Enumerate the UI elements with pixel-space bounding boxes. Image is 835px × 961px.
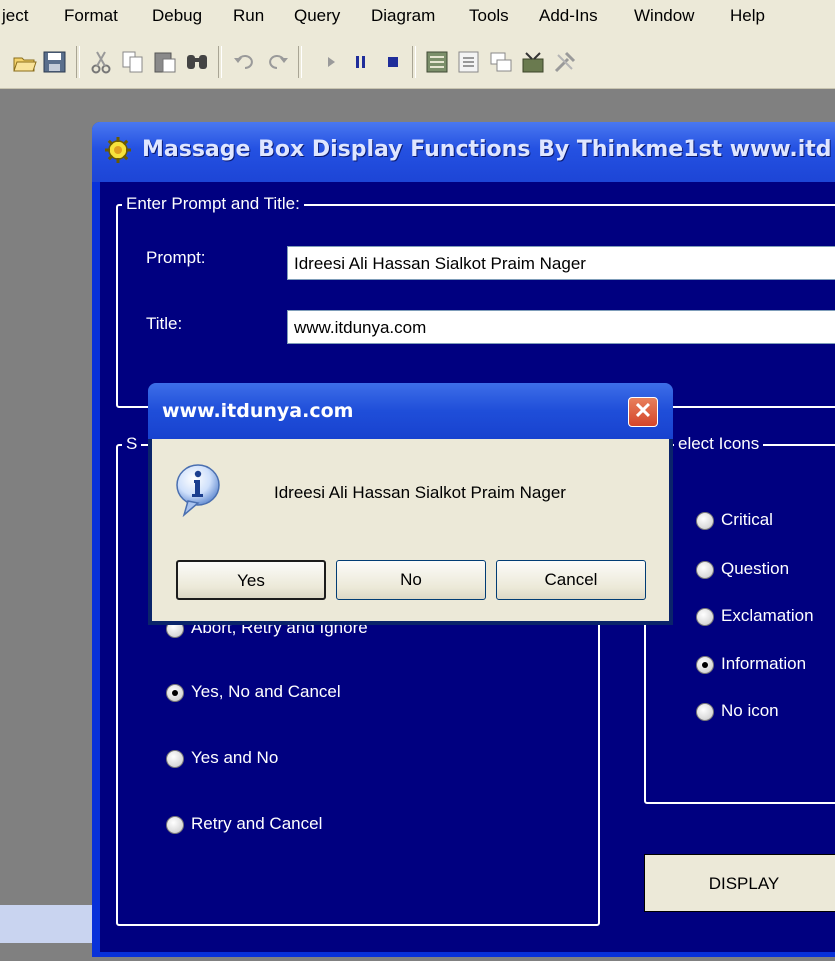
form-titlebar[interactable]: Massage Box Display Functions By Thinkme… [92, 122, 835, 182]
open-icon[interactable] [12, 49, 38, 75]
radio-information[interactable]: Information [696, 654, 835, 680]
message-box: www.itdunya.com ✕ Idreesi Ali Hassan Sia… [148, 383, 673, 625]
object-browser-icon[interactable] [520, 49, 546, 75]
radio-exclamation[interactable]: Exclamation [696, 606, 835, 632]
radio-label: Yes and No [191, 748, 279, 767]
radio-dot [696, 608, 714, 626]
title-input[interactable]: www.itdunya.com [287, 310, 835, 344]
properties-icon[interactable] [456, 49, 482, 75]
radio-label: Exclamation [721, 606, 814, 625]
save-icon[interactable] [42, 49, 68, 75]
radio-dot-selected [696, 656, 714, 674]
menu-help[interactable]: Help [730, 6, 765, 26]
paste-icon[interactable] [152, 49, 178, 75]
radio-dot-selected [166, 684, 184, 702]
form-title: Massage Box Display Functions By Thinkme… [142, 137, 832, 162]
radio-question[interactable]: Question [696, 559, 835, 585]
menu-project[interactable]: ject [2, 6, 28, 26]
radio-dot [166, 816, 184, 834]
radio-yes-no-cancel[interactable]: Yes, No and Cancel [166, 682, 466, 708]
icons-frame-legend: elect Icons [674, 434, 764, 454]
radio-critical[interactable]: Critical [696, 510, 835, 536]
menu-tools[interactable]: Tools [469, 6, 509, 26]
menu-window[interactable]: Window [634, 6, 694, 26]
menu-bar: ject Format Debug Run Query Diagram Tool… [0, 0, 835, 34]
toolbox-icon[interactable] [552, 49, 578, 75]
yes-button[interactable]: Yes [176, 560, 326, 600]
information-icon [176, 464, 220, 517]
run-icon[interactable] [318, 49, 344, 75]
menu-run[interactable]: Run [233, 6, 264, 26]
display-button[interactable]: DISPLAY [644, 854, 835, 912]
radio-label: Information [721, 654, 807, 673]
close-icon: ✕ [633, 398, 653, 423]
radio-label: Retry and Cancel [191, 814, 323, 833]
prompt-label: Prompt: [146, 248, 206, 267]
menu-query[interactable]: Query [294, 6, 340, 26]
menu-diagram[interactable]: Diagram [371, 6, 435, 26]
radio-label: Critical [721, 510, 773, 529]
toolbar-separator [218, 46, 222, 78]
prompt-input[interactable]: Idreesi Ali Hassan Sialkot Praim Nager [287, 246, 835, 280]
menu-add-ins[interactable]: Add-Ins [539, 6, 598, 26]
prompt-frame [116, 204, 835, 408]
message-box-body: Idreesi Ali Hassan Sialkot Praim Nager Y… [152, 439, 669, 621]
buttons-frame-legend: S [122, 434, 142, 454]
radio-dot [696, 512, 714, 530]
app-gear-icon [105, 137, 131, 163]
menu-format[interactable]: Format [64, 6, 118, 26]
cut-icon[interactable] [88, 49, 114, 75]
message-text: Idreesi Ali Hassan Sialkot Praim Nager [274, 483, 566, 502]
form-layout-icon[interactable] [488, 49, 514, 75]
radio-dot [696, 703, 714, 721]
menu-debug[interactable]: Debug [152, 6, 202, 26]
prompt-frame-legend: Enter Prompt and Title: [122, 194, 304, 214]
copy-icon[interactable] [120, 49, 146, 75]
message-box-title: www.itdunya.com [162, 400, 354, 422]
undo-icon[interactable] [232, 49, 258, 75]
find-icon[interactable] [184, 49, 210, 75]
radio-yes-no[interactable]: Yes and No [166, 748, 466, 774]
cancel-button[interactable]: Cancel [496, 560, 646, 600]
radio-retry-cancel[interactable]: Retry and Cancel [166, 814, 466, 840]
toolbar-separator [298, 46, 302, 78]
title-label: Title: [146, 314, 183, 333]
close-button[interactable]: ✕ [628, 397, 658, 427]
stop-icon[interactable] [380, 49, 406, 75]
message-box-titlebar[interactable]: www.itdunya.com ✕ [148, 383, 673, 439]
radio-dot [166, 750, 184, 768]
pause-icon[interactable] [348, 49, 374, 75]
radio-label: Yes, No and Cancel [191, 682, 341, 701]
radio-label: Question [721, 559, 790, 578]
toolbar-separator [76, 46, 80, 78]
redo-icon[interactable] [264, 49, 290, 75]
no-button[interactable]: No [336, 560, 486, 600]
radio-dot [696, 561, 714, 579]
radio-no-icon[interactable]: No icon [696, 701, 835, 727]
toolbar [0, 34, 835, 89]
radio-label: No icon [721, 701, 779, 720]
project-explorer-icon[interactable] [424, 49, 450, 75]
toolbar-separator [412, 46, 416, 78]
